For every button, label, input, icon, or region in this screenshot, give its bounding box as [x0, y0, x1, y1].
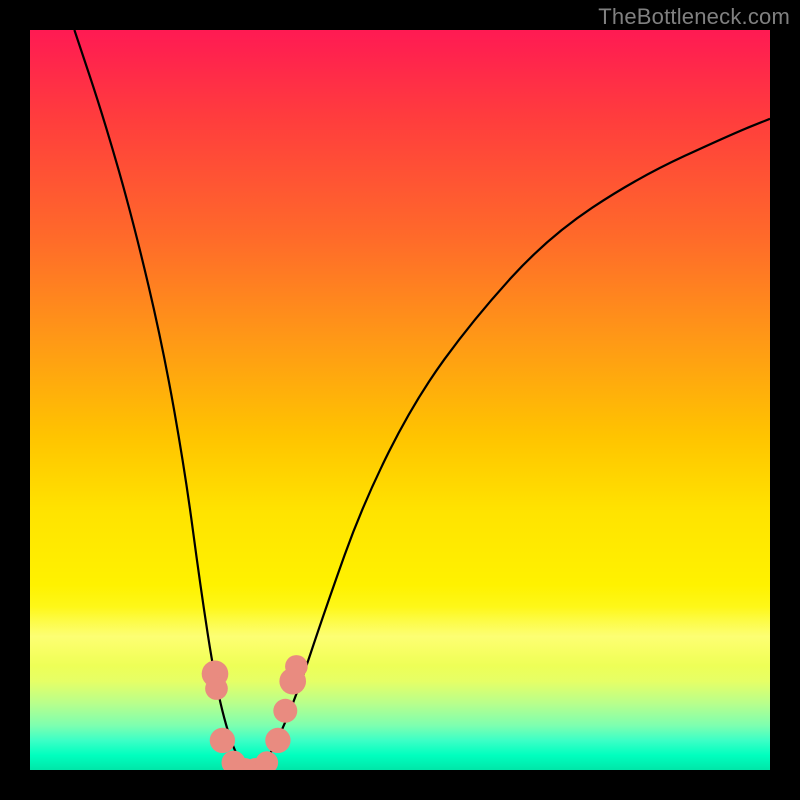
watermark-text: TheBottleneck.com — [598, 4, 790, 30]
curve-marker — [210, 728, 235, 753]
curve-marker — [255, 751, 278, 770]
chart-frame: TheBottleneck.com — [0, 0, 800, 800]
curve-marker — [285, 655, 308, 678]
marker-group — [202, 655, 308, 770]
curve-marker — [265, 728, 290, 753]
curve-layer — [30, 30, 770, 770]
plot-area — [30, 30, 770, 770]
curve-marker — [273, 699, 297, 723]
bottleneck-curve — [74, 30, 770, 770]
curve-marker — [205, 677, 228, 700]
